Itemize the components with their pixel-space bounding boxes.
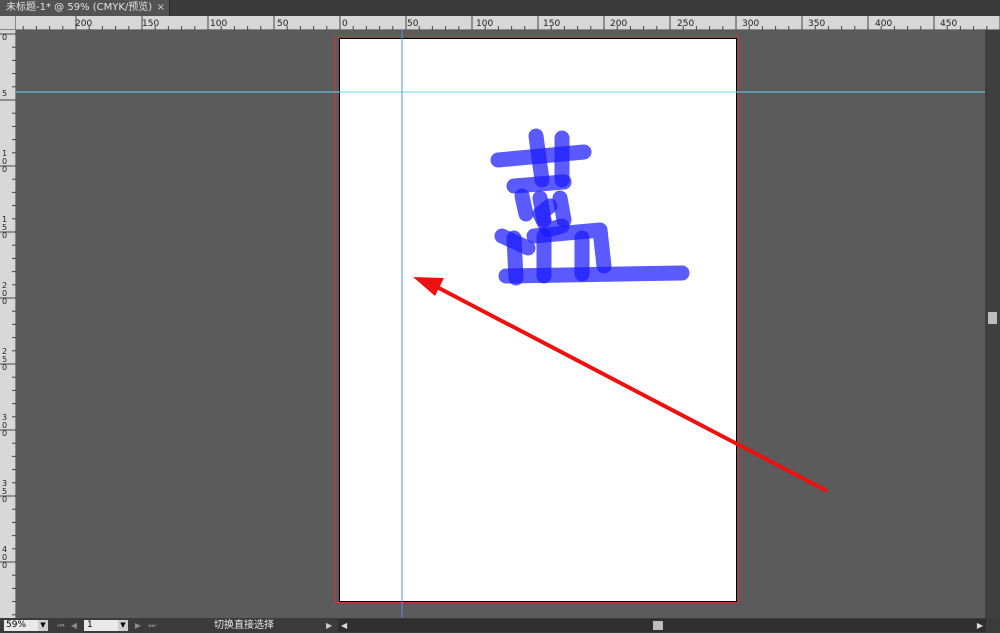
horizontal-scroll-thumb[interactable] xyxy=(653,621,663,630)
ruler-label: 250 xyxy=(677,19,694,29)
ruler-label: 0 xyxy=(2,561,7,570)
document-tab[interactable]: 未标题-1* @ 59% (CMYK/预览) × xyxy=(0,0,170,16)
prev-page-icon[interactable]: ◀ xyxy=(69,620,79,631)
ruler-label: 0 xyxy=(2,363,7,372)
close-icon[interactable]: × xyxy=(157,0,165,16)
ruler-origin[interactable] xyxy=(0,16,16,30)
brush-stroke[interactable] xyxy=(552,190,572,228)
ruler-label: 200 xyxy=(610,19,627,29)
horizontal-scrollbar[interactable]: ◀ ▶ xyxy=(338,619,986,632)
brush-stroke-character[interactable] xyxy=(490,128,690,286)
next-page-icon[interactable]: ▶ xyxy=(133,620,143,631)
brush-stroke[interactable] xyxy=(528,128,550,188)
ruler-label: 5 xyxy=(2,89,7,98)
ruler-label: 50 xyxy=(277,19,289,29)
ruler-label: 300 xyxy=(742,19,759,29)
ruler-label: 0 xyxy=(2,297,7,306)
annotation-arrow-line xyxy=(434,284,828,493)
status-bar: 59% ▼ ⏮ ◀ 1 ▼ ▶ ⏭ 切换直接选择 ▶ ◀ ▶ xyxy=(0,618,1000,633)
canvas-overlay xyxy=(16,30,985,618)
vertical-ruler[interactable]: 05100150200250300350400 xyxy=(0,30,16,618)
brush-stroke[interactable] xyxy=(498,265,690,284)
page-field[interactable]: 1 xyxy=(84,620,118,631)
canvas-area[interactable] xyxy=(16,30,985,618)
ruler-label: 150 xyxy=(543,19,560,29)
zoom-field[interactable]: 59% xyxy=(4,620,38,631)
page-dropdown-icon[interactable]: ▼ xyxy=(118,620,128,631)
ruler-label: 0 xyxy=(342,19,348,29)
status-text: 切换直接选择 xyxy=(214,620,274,631)
ruler-label: 150 xyxy=(142,19,159,29)
last-page-icon[interactable]: ⏭ xyxy=(147,620,157,631)
document-tab-title: 未标题-1* @ 59% (CMYK/预览) xyxy=(6,2,153,13)
first-page-icon[interactable]: ⏮ xyxy=(56,620,66,631)
vertical-scroll-thumb[interactable] xyxy=(988,312,997,324)
status-menu-icon[interactable]: ▶ xyxy=(326,618,332,633)
ruler-label: 350 xyxy=(808,19,825,29)
ruler-label: 400 xyxy=(875,19,892,29)
ruler-label: 0 xyxy=(2,429,7,438)
brush-stroke[interactable] xyxy=(514,188,534,222)
zoom-dropdown-icon[interactable]: ▼ xyxy=(38,620,48,631)
vertical-scrollbar[interactable] xyxy=(985,30,1000,618)
ruler-label: 100 xyxy=(476,19,493,29)
ruler-label: 50 xyxy=(407,19,419,29)
ruler-label: 0 xyxy=(2,165,7,174)
annotation-arrow-head xyxy=(413,277,444,296)
vertical-ruler-ticks: 05100150200250300350400 xyxy=(0,33,16,616)
ruler-label: 450 xyxy=(940,19,957,29)
scroll-left-icon[interactable]: ◀ xyxy=(341,619,347,632)
ruler-label: 200 xyxy=(75,19,92,29)
document-tab-bar: 未标题-1* @ 59% (CMYK/预览) × xyxy=(0,0,1000,16)
horizontal-ruler[interactable]: 200 150 100 50 0 50 100 150 200 250 300 350 400 450 xyxy=(16,16,1000,30)
scroll-right-icon[interactable]: ▶ xyxy=(977,619,983,632)
brush-stroke[interactable] xyxy=(506,174,572,194)
horizontal-ruler-ticks: 200 150 100 50 0 50 100 150 200 250 300 350 400 450 xyxy=(22,16,1000,30)
ruler-label: 0 xyxy=(2,495,7,504)
ruler-label: 100 xyxy=(210,19,227,29)
ruler-label: 0 xyxy=(2,33,7,42)
ruler-label: 0 xyxy=(2,231,7,240)
